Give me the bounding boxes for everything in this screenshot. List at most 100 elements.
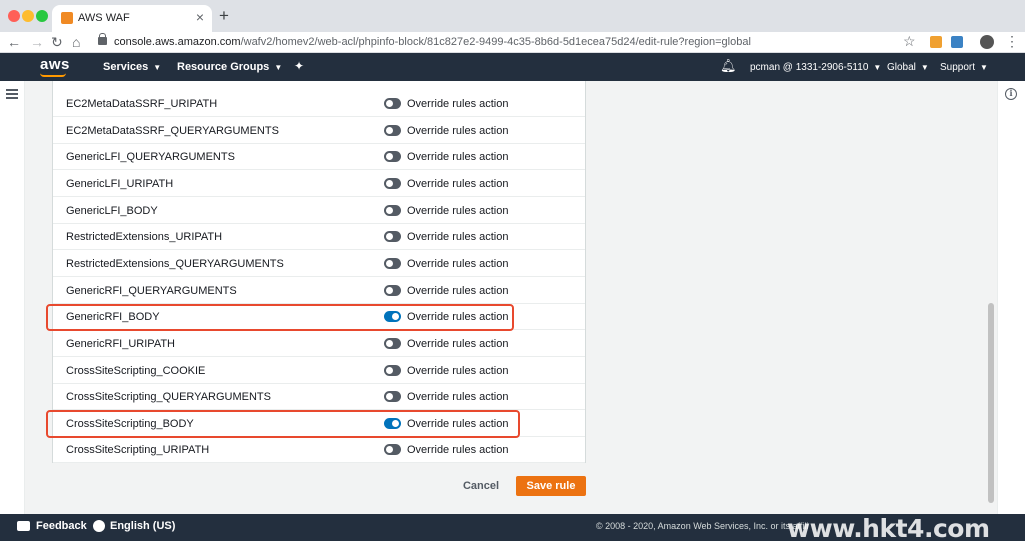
aws-console-nav: aws Services ▼ Resource Groups ▼ ✦ 🔔︎ pcma… (0, 53, 1025, 81)
forward-icon[interactable]: → (30, 33, 44, 51)
bell-icon[interactable]: 🔔︎ (720, 58, 737, 74)
rule-name: EC2MetaDataSSRF_QUERYARGUMENTS (66, 124, 279, 137)
account-menu[interactable]: pcman @ 1331-2906-5110 ▼ (750, 62, 881, 73)
toggle-knob (386, 446, 393, 454)
chevron-down-icon: ▼ (980, 63, 988, 72)
rule-row: GenericLFI_BODY Override rules action (53, 197, 585, 224)
cancel-button[interactable]: Cancel (455, 476, 507, 496)
console-footer: Feedback English (US) © 2008 - 2020, Ama… (0, 514, 1025, 541)
home-icon[interactable]: ⌂ (72, 33, 80, 51)
toggle-knob (386, 179, 393, 187)
back-icon[interactable]: ← (7, 33, 21, 51)
rule-row: GenericRFI_URIPATH Override rules action (53, 330, 585, 357)
save-rule-button[interactable]: Save rule (516, 476, 586, 496)
rule-row: GenericRFI_QUERYARGUMENTS Override rules … (53, 277, 585, 304)
profile-avatar[interactable] (980, 35, 994, 49)
close-window-button[interactable] (8, 10, 20, 22)
rule-name: CrossSiteScripting_URIPATH (66, 444, 210, 457)
aws-logo[interactable]: aws (40, 56, 70, 73)
override-label: Override rules action (407, 284, 509, 297)
rule-row: CrossSiteScripting_QUERYARGUMENTS Overrid… (53, 383, 585, 411)
override-label: Override rules action (407, 337, 509, 350)
rule-name: CrossSiteScripting_QUERYARGUMENTS (66, 391, 271, 404)
account-label: pcman @ 1331-2906-5110 (750, 62, 869, 73)
region-menu[interactable]: Global ▼ (887, 62, 929, 73)
override-label: Override rules action (407, 124, 509, 137)
override-label: Override rules action (407, 151, 509, 164)
copyright-text: © 2008 - 2020, Amazon Web Services, Inc.… (596, 521, 809, 531)
extension-icon[interactable] (930, 36, 942, 48)
page-scrollbar[interactable] (985, 81, 997, 514)
toggle-knob (386, 126, 393, 134)
toggle-knob (386, 366, 393, 374)
address-bar[interactable]: console.aws.amazon.com/wafv2/homev2/web-… (114, 36, 751, 48)
services-menu[interactable]: Services ▼ (103, 61, 161, 73)
override-toggle[interactable] (384, 98, 401, 109)
rules-panel: EC2MetaDataSSRF_URIPATH Override rules ac… (52, 81, 586, 464)
watermark-text: www.hkt4.com (787, 514, 990, 541)
minimize-window-button[interactable] (22, 10, 34, 22)
pin-icon[interactable]: ✦ (294, 59, 304, 73)
chevron-down-icon: ▼ (873, 63, 882, 72)
toggle-knob (386, 100, 393, 107)
hamburger-menu-icon[interactable] (6, 89, 18, 99)
extension-icon[interactable] (951, 36, 963, 48)
resource-groups-menu[interactable]: Resource Groups ▼ (177, 61, 282, 73)
rule-name: GenericLFI_QUERYARGUMENTS (66, 151, 235, 164)
rule-name: GenericLFI_URIPATH (66, 177, 174, 190)
info-icon[interactable]: i (1005, 88, 1017, 100)
rule-name: RestrictedExtensions_URIPATH (66, 231, 223, 244)
override-toggle[interactable] (384, 284, 401, 296)
rule-row: CrossSiteScripting_COOKIE Override rules … (53, 357, 585, 384)
reload-icon[interactable]: ↻ (51, 33, 63, 51)
tab-close-icon[interactable]: × (196, 9, 204, 25)
aws-favicon-icon (61, 12, 73, 24)
rule-row: RestrictedExtensions_QUERYARGUMENTS Overr… (53, 250, 585, 277)
left-sidebar-toggle (0, 81, 25, 514)
rule-row: EC2MetaDataSSRF_URIPATH Override rules ac… (53, 90, 585, 117)
rule-name: GenericRFI_QUERYARGUMENTS (66, 284, 237, 297)
override-toggle[interactable] (384, 364, 401, 376)
override-toggle[interactable] (384, 124, 401, 136)
browser-tab[interactable]: AWS WAF × (52, 5, 212, 32)
override-toggle[interactable] (384, 391, 401, 403)
override-toggle[interactable] (384, 231, 401, 243)
override-toggle[interactable] (384, 337, 401, 349)
override-toggle[interactable] (384, 204, 401, 216)
scrollbar-thumb[interactable] (988, 303, 994, 503)
support-label: Support (940, 62, 976, 73)
rule-row: RestrictedExtensions_URIPATH Override rul… (53, 223, 585, 251)
right-info-strip: i (997, 81, 1025, 514)
language-selector[interactable]: English (US) (110, 520, 175, 532)
url-host: console.aws.amazon.com (114, 36, 241, 48)
override-label: Override rules action (407, 204, 509, 217)
rule-name: CrossSiteScripting_COOKIE (66, 364, 206, 377)
browser-toolbar: ← → ↻ ⌂ console.aws.amazon.com/wafv2/hom… (0, 32, 1025, 53)
override-toggle[interactable] (384, 151, 401, 163)
highlight-box (46, 304, 514, 331)
maximize-window-button[interactable] (36, 10, 48, 22)
support-menu[interactable]: Support ▼ (940, 62, 988, 73)
browser-tab-bar: AWS WAF × + (0, 0, 1025, 32)
rule-row: EC2MetaDataSSRF_QUERYARGUMENTS Override r… (53, 117, 585, 144)
override-toggle[interactable] (384, 444, 401, 456)
override-label: Override rules action (407, 444, 509, 457)
override-toggle[interactable] (384, 257, 401, 269)
lock-icon[interactable] (98, 33, 107, 45)
override-toggle[interactable] (384, 177, 401, 189)
resource-groups-label: Resource Groups (177, 61, 270, 73)
services-label: Services (103, 61, 149, 73)
highlight-box (46, 410, 520, 438)
tab-title: AWS WAF (78, 12, 130, 24)
bookmark-star-icon[interactable]: ☆ (903, 33, 916, 50)
feedback-icon (17, 521, 30, 531)
toggle-knob (386, 286, 393, 294)
rule-name: EC2MetaDataSSRF_URIPATH (66, 98, 218, 110)
new-tab-button[interactable]: + (219, 7, 229, 25)
override-label: Override rules action (407, 231, 509, 244)
override-label: Override rules action (407, 364, 509, 377)
browser-menu-icon[interactable]: ⋮ (1005, 33, 1019, 50)
feedback-link[interactable]: Feedback (36, 520, 87, 532)
override-label: Override rules action (407, 177, 509, 190)
toggle-knob (386, 153, 393, 161)
